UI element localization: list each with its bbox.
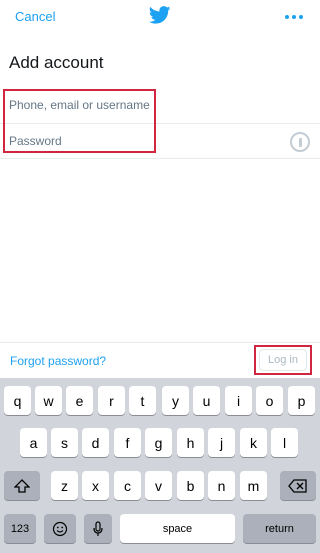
key[interactable]: u <box>193 386 220 415</box>
highlight-box <box>3 89 156 153</box>
more-dots-icon[interactable] <box>285 15 303 21</box>
highlight-box <box>254 345 312 375</box>
microphone-icon <box>93 520 103 536</box>
key[interactable]: x <box>82 471 109 500</box>
shift-icon <box>14 478 30 493</box>
key[interactable]: b <box>177 471 204 500</box>
key[interactable]: l <box>271 428 298 457</box>
backspace-icon <box>288 478 307 493</box>
return-key[interactable]: return <box>243 514 316 543</box>
field-divider <box>0 158 320 159</box>
key[interactable]: f <box>114 428 141 457</box>
key[interactable]: i <box>225 386 252 415</box>
delete-key[interactable] <box>280 471 316 500</box>
numbers-key[interactable]: 123 <box>4 514 36 543</box>
key[interactable]: s <box>51 428 78 457</box>
emoji-key[interactable] <box>44 514 76 543</box>
footer-divider <box>0 342 320 343</box>
space-key[interactable]: space <box>120 514 235 543</box>
key[interactable]: v <box>145 471 172 500</box>
twitter-bird-icon <box>149 6 171 24</box>
key[interactable]: j <box>208 428 235 457</box>
page-title: Add account <box>9 53 104 72</box>
key[interactable]: q <box>4 386 31 415</box>
key[interactable]: w <box>35 386 62 415</box>
keyboard: q w e r t y u i o p a s d f g h j k l z … <box>0 378 320 553</box>
shift-key[interactable] <box>4 471 40 500</box>
key[interactable]: o <box>256 386 283 415</box>
emoji-icon <box>52 521 68 536</box>
microphone-key[interactable] <box>84 514 112 543</box>
key[interactable]: t <box>129 386 156 415</box>
key[interactable]: m <box>240 471 267 500</box>
key[interactable]: n <box>208 471 235 500</box>
key[interactable]: g <box>145 428 172 457</box>
cancel-button[interactable]: Cancel <box>15 9 55 24</box>
info-icon[interactable] <box>290 132 310 152</box>
key[interactable]: a <box>20 428 47 457</box>
key[interactable]: y <box>162 386 189 415</box>
key[interactable]: h <box>177 428 204 457</box>
key[interactable]: e <box>66 386 93 415</box>
key[interactable]: c <box>114 471 141 500</box>
key[interactable]: r <box>98 386 125 415</box>
nav-bar: Cancel <box>0 0 320 34</box>
key[interactable]: z <box>51 471 78 500</box>
key[interactable]: p <box>288 386 315 415</box>
key[interactable]: d <box>82 428 109 457</box>
key[interactable]: k <box>240 428 267 457</box>
forgot-password-link[interactable]: Forgot password? <box>10 354 106 368</box>
